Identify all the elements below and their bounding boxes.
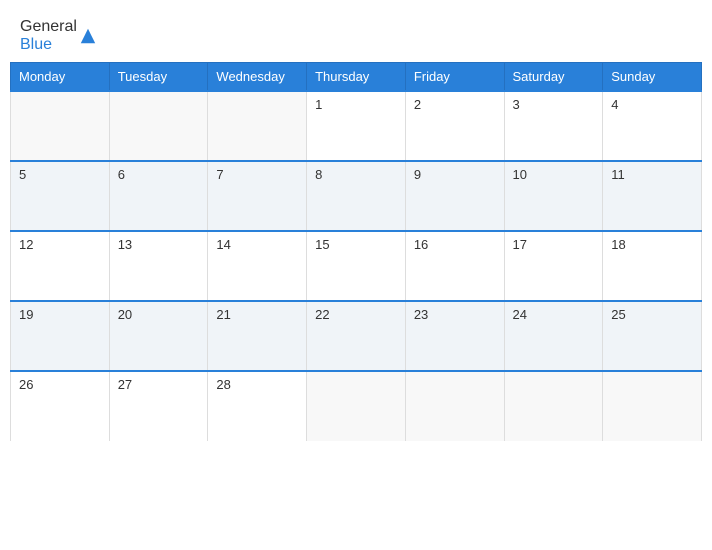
weekday-header-friday: Friday [405,63,504,92]
calendar-cell: 14 [208,231,307,301]
calendar-cell: 13 [109,231,208,301]
day-number: 26 [19,377,33,392]
logo-general-text: General [20,18,77,35]
day-number: 23 [414,307,428,322]
logo: General Blue [20,18,97,54]
logo-blue-text: Blue [20,36,52,53]
calendar-cell: 25 [603,301,702,371]
day-number: 13 [118,237,132,252]
calendar-cell: 11 [603,161,702,231]
calendar-cell: 8 [307,161,406,231]
calendar-cell: 28 [208,371,307,441]
day-number: 28 [216,377,230,392]
calendar-cell [603,371,702,441]
calendar-week-row: 12 13 14 15 16 17 18 [11,231,702,301]
day-number: 1 [315,97,322,112]
weekday-header-wednesday: Wednesday [208,63,307,92]
weekday-header-thursday: Thursday [307,63,406,92]
day-number: 24 [513,307,527,322]
weekday-header-saturday: Saturday [504,63,603,92]
calendar-cell [405,371,504,441]
calendar-cell: 19 [11,301,110,371]
day-number: 18 [611,237,625,252]
calendar-cell [504,371,603,441]
weekday-header-tuesday: Tuesday [109,63,208,92]
calendar-cell: 10 [504,161,603,231]
calendar-cell: 21 [208,301,307,371]
calendar-cell: 17 [504,231,603,301]
calendar-week-row: 26 27 28 [11,371,702,441]
weekday-header-monday: Monday [11,63,110,92]
calendar-cell: 2 [405,91,504,161]
calendar-week-row: 19 20 21 22 23 24 25 [11,301,702,371]
calendar-cell [109,91,208,161]
day-number: 15 [315,237,329,252]
day-number: 14 [216,237,230,252]
calendar-table: MondayTuesdayWednesdayThursdayFridaySatu… [10,62,702,441]
day-number: 4 [611,97,618,112]
day-number: 12 [19,237,33,252]
calendar-cell: 1 [307,91,406,161]
calendar-cell: 7 [208,161,307,231]
calendar-week-row: 1 2 3 4 [11,91,702,161]
calendar-cell: 24 [504,301,603,371]
logo-icon [79,27,97,45]
calendar-cell: 3 [504,91,603,161]
day-number: 9 [414,167,421,182]
calendar-cell: 20 [109,301,208,371]
calendar-cell: 12 [11,231,110,301]
calendar-cell: 22 [307,301,406,371]
day-number: 21 [216,307,230,322]
calendar-cell: 5 [11,161,110,231]
calendar-cell: 26 [11,371,110,441]
day-number: 19 [19,307,33,322]
calendar-header: MondayTuesdayWednesdayThursdayFridaySatu… [11,63,702,92]
calendar-cell: 15 [307,231,406,301]
day-number: 25 [611,307,625,322]
day-number: 8 [315,167,322,182]
weekday-row: MondayTuesdayWednesdayThursdayFridaySatu… [11,63,702,92]
day-number: 16 [414,237,428,252]
day-number: 27 [118,377,132,392]
page-header: General Blue [10,10,702,58]
calendar-cell: 9 [405,161,504,231]
day-number: 22 [315,307,329,322]
calendar-week-row: 5 6 7 8 9 10 11 [11,161,702,231]
calendar-cell: 4 [603,91,702,161]
day-number: 5 [19,167,26,182]
logo-text: General Blue [20,18,77,54]
day-number: 6 [118,167,125,182]
calendar-cell: 6 [109,161,208,231]
day-number: 17 [513,237,527,252]
day-number: 20 [118,307,132,322]
day-number: 2 [414,97,421,112]
calendar-cell: 23 [405,301,504,371]
day-number: 3 [513,97,520,112]
day-number: 7 [216,167,223,182]
calendar-cell: 27 [109,371,208,441]
day-number: 10 [513,167,527,182]
calendar-cell [208,91,307,161]
calendar-cell: 16 [405,231,504,301]
weekday-header-sunday: Sunday [603,63,702,92]
day-number: 11 [611,167,625,182]
calendar-body: 1234567891011121314151617181920212223242… [11,91,702,441]
calendar-cell [11,91,110,161]
calendar-cell [307,371,406,441]
calendar-cell: 18 [603,231,702,301]
